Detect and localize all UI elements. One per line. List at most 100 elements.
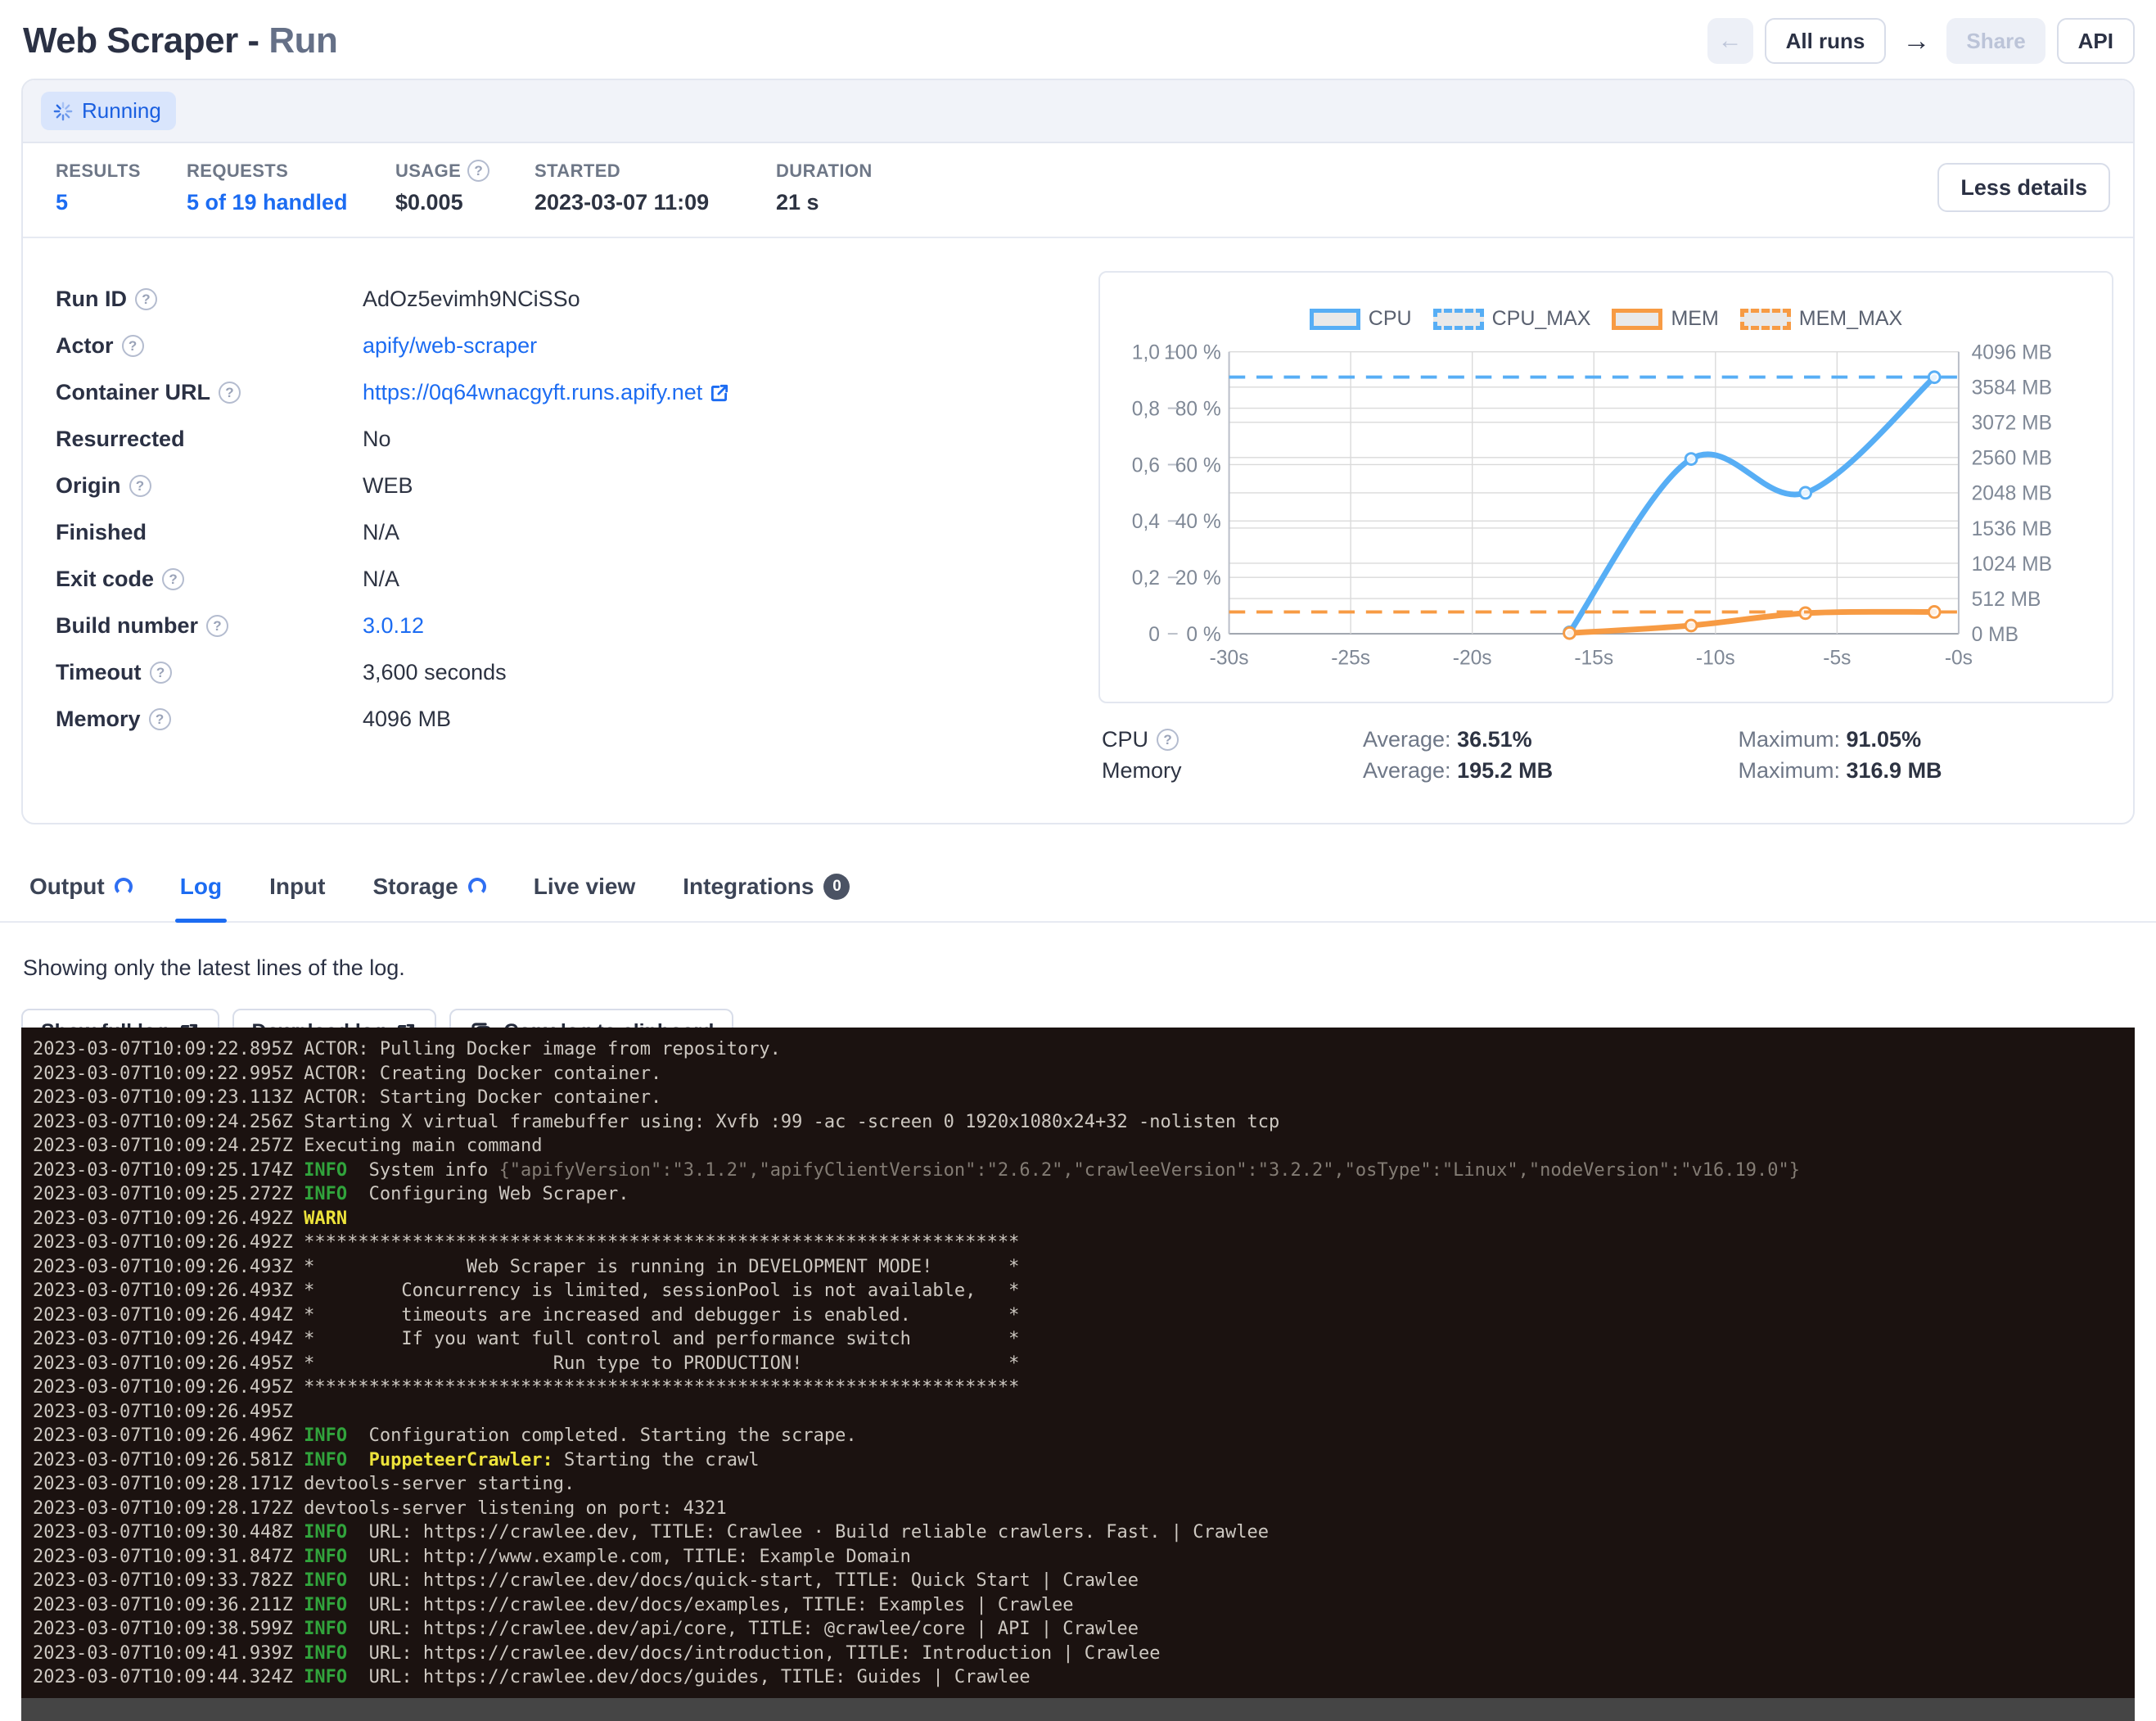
detail-label: Actor? xyxy=(56,333,363,359)
external-link-icon xyxy=(709,382,730,404)
svg-text:100 %: 100 % xyxy=(1164,342,1221,364)
next-run-button[interactable]: → xyxy=(1897,25,1935,57)
log-line: 2023-03-07T10:09:30.448Z INFO URL: https… xyxy=(33,1520,2135,1545)
log-text: System info xyxy=(347,1160,498,1181)
log-line: 2023-03-07T10:09:33.782Z INFO URL: https… xyxy=(33,1569,2135,1593)
log-line: 2023-03-07T10:09:26.495Z ***************… xyxy=(33,1375,2135,1400)
detail-value-container-url[interactable]: https://0q64wnacgyft.runs.apify.net xyxy=(363,380,730,405)
page-title: Web Scraper - Run xyxy=(23,20,337,61)
log-line: 2023-03-07T10:09:31.847Z INFO URL: http:… xyxy=(33,1545,2135,1570)
tab-integrations[interactable]: Integrations0 xyxy=(683,874,850,921)
log-line: 2023-03-07T10:09:24.257Z Executing main … xyxy=(33,1134,2135,1159)
svg-text:3072 MB: 3072 MB xyxy=(1972,413,2052,435)
log-line: 2023-03-07T10:09:22.995Z ACTOR: Creating… xyxy=(33,1062,2135,1086)
legend-item-mem-max: MEM_MAX xyxy=(1740,307,1902,331)
detail-label: Origin? xyxy=(56,473,363,499)
tab-storage[interactable]: Storage xyxy=(372,874,485,921)
log-level-info: INFO xyxy=(304,1450,347,1470)
detail-value-text: WEB xyxy=(363,473,413,499)
log-timestamp: 2023-03-07T10:09:38.599Z xyxy=(33,1619,304,1639)
detail-label-text: Timeout xyxy=(56,660,142,685)
usage-row-memory: MemoryAverage: 195.2 MBMaximum: 316.9 MB xyxy=(1102,756,2113,787)
log-line: 2023-03-07T10:09:26.492Z ***************… xyxy=(33,1231,2135,1255)
usage-average-label: Average: xyxy=(1363,727,1457,752)
usage-maximum-value: 316.9 MB xyxy=(1847,758,1942,783)
usage-average-label: Average: xyxy=(1363,758,1457,783)
log-lines: 2023-03-07T10:09:22.895Z ACTOR: Pulling … xyxy=(33,1037,2135,1690)
log-text: * Concurrency is limited, sessionPool is… xyxy=(304,1281,1019,1301)
log-timestamp: 2023-03-07T10:09:24.256Z xyxy=(33,1112,304,1132)
log-timestamp: 2023-03-07T10:09:44.324Z xyxy=(33,1667,304,1687)
log-text: ****************************************… xyxy=(304,1377,1019,1398)
log-line: 2023-03-07T10:09:44.324Z INFO URL: https… xyxy=(33,1665,2135,1690)
tab-output[interactable]: Output xyxy=(29,874,133,921)
detail-label: Resurrected xyxy=(56,427,363,452)
log-text: ACTOR: Pulling Docker image from reposit… xyxy=(304,1039,781,1059)
log-level-info: INFO xyxy=(304,1522,347,1543)
detail-value-build-number[interactable]: 3.0.12 xyxy=(363,613,424,639)
log-line: 2023-03-07T10:09:26.581Z INFO PuppeteerC… xyxy=(33,1448,2135,1473)
log-horizontal-scrollbar[interactable] xyxy=(21,1698,2135,1721)
legend-label: MEM_MAX xyxy=(1799,307,1902,331)
log-line: 2023-03-07T10:09:25.174Z INFO System inf… xyxy=(33,1159,2135,1183)
stat-requests: REQUESTS 5 of 19 handled xyxy=(187,160,395,215)
share-button[interactable]: Share xyxy=(1946,18,2045,64)
detail-label: Container URL? xyxy=(56,380,363,405)
log-timestamp: 2023-03-07T10:09:36.211Z xyxy=(33,1595,304,1615)
detail-value-text: N/A xyxy=(363,567,399,592)
detail-value-actor[interactable]: apify/web-scraper xyxy=(363,333,537,359)
log-text: Starting the crawl xyxy=(553,1450,760,1470)
previous-run-button[interactable]: ← xyxy=(1707,18,1753,64)
tab-input[interactable]: Input xyxy=(269,874,325,921)
log-line: 2023-03-07T10:09:28.171Z devtools-server… xyxy=(33,1472,2135,1497)
api-button[interactable]: API xyxy=(2057,18,2135,64)
log-output[interactable]: 2023-03-07T10:09:22.895Z ACTOR: Pulling … xyxy=(21,1028,2135,1721)
svg-text:0: 0 xyxy=(1148,624,1160,646)
run-card: Running RESULTS 5REQUESTS 5 of 19 handledU… xyxy=(21,79,2135,824)
log-text: * timeouts are increased and debugger is… xyxy=(304,1305,1019,1326)
svg-text:0,2: 0,2 xyxy=(1132,567,1160,589)
log-timestamp: 2023-03-07T10:09:26.495Z xyxy=(33,1377,304,1398)
log-timestamp: 2023-03-07T10:09:26.492Z xyxy=(33,1232,304,1253)
help-icon: ? xyxy=(129,475,151,497)
tab-log[interactable]: Log xyxy=(180,874,222,921)
page-header: Web Scraper - Run ← All runs → Share API xyxy=(0,0,2156,79)
tab-live-view[interactable]: Live view xyxy=(534,874,636,921)
log-text: URL: https://crawlee.dev/docs/quick-star… xyxy=(347,1570,1139,1591)
svg-text:80 %: 80 % xyxy=(1175,398,1221,420)
log-timestamp: 2023-03-07T10:09:28.171Z xyxy=(33,1474,304,1494)
stat-label: RESULTS xyxy=(56,160,187,182)
arrow-left-icon: ← xyxy=(1718,27,1743,55)
log-line: 2023-03-07T10:09:36.211Z INFO URL: https… xyxy=(33,1593,2135,1618)
status-badge-label: Running xyxy=(82,98,161,124)
svg-text:2048 MB: 2048 MB xyxy=(1972,483,2052,505)
detail-row-exit-code: Exit code?N/A xyxy=(56,556,1066,603)
detail-row-memory: Memory?4096 MB xyxy=(56,696,1066,743)
stat-label: USAGE? xyxy=(395,160,534,182)
detail-value-run-id: AdOz5evimh9NCiSSo xyxy=(363,287,580,312)
help-icon: ? xyxy=(467,160,489,182)
log-text: URL: https://crawlee.dev/docs/examples, … xyxy=(347,1595,1073,1615)
log-timestamp: 2023-03-07T10:09:26.496Z xyxy=(33,1425,304,1446)
log-text: * Run type to PRODUCTION! * xyxy=(304,1353,1019,1374)
stat-label-text: RESULTS xyxy=(56,160,141,182)
svg-text:1,0: 1,0 xyxy=(1132,342,1160,364)
less-details-button[interactable]: Less details xyxy=(1937,163,2110,212)
spinner-icon xyxy=(52,101,74,122)
log-text: Starting X virtual framebuffer using: Xv… xyxy=(304,1112,1279,1132)
stat-value[interactable]: 5 of 19 handled xyxy=(187,190,395,215)
log-timestamp: 2023-03-07T10:09:22.895Z xyxy=(33,1039,304,1059)
log-text: Configuring Web Scraper. xyxy=(347,1184,629,1204)
stat-value[interactable]: 5 xyxy=(56,190,187,215)
all-runs-button[interactable]: All runs xyxy=(1765,18,1887,64)
tab-label: Integrations xyxy=(683,874,814,900)
stat-label-text: REQUESTS xyxy=(187,160,288,182)
run-detail-page: Web Scraper - Run ← All runs → Share API… xyxy=(0,0,2156,1721)
detail-value-text: N/A xyxy=(363,520,399,545)
help-icon: ? xyxy=(122,335,144,357)
svg-text:4096 MB: 4096 MB xyxy=(1972,342,2052,364)
detail-label: Build number? xyxy=(56,613,363,639)
stat-started: STARTED2023-03-07 11:09 xyxy=(534,160,776,215)
log-line: 2023-03-07T10:09:26.494Z * If you want f… xyxy=(33,1327,2135,1352)
log-timestamp: 2023-03-07T10:09:26.581Z xyxy=(33,1450,304,1470)
